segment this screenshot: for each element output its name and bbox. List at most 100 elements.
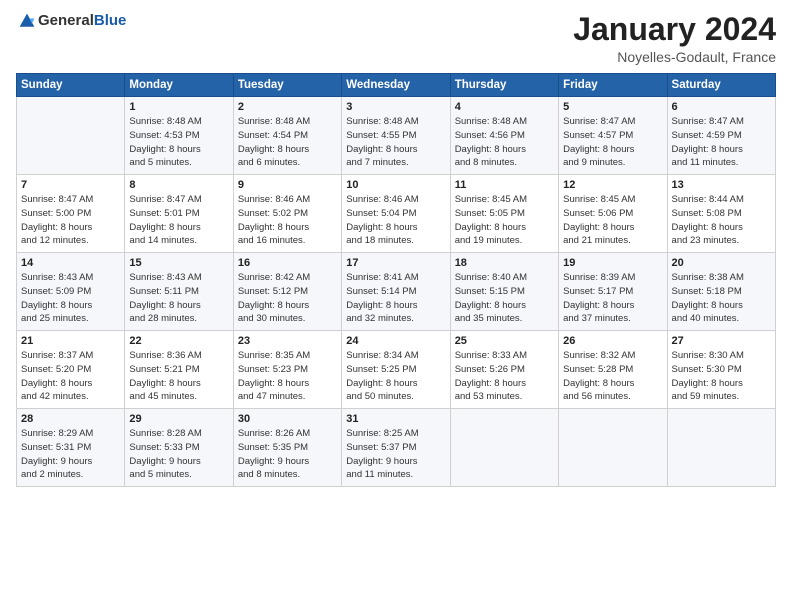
day-info: Sunrise: 8:28 AMSunset: 5:33 PMDaylight:… (129, 427, 228, 482)
calendar-cell: 8Sunrise: 8:47 AMSunset: 5:01 PMDaylight… (125, 175, 233, 253)
calendar-cell: 23 Sunrise: 8:35 AMSunset: 5:23 PMDayligh… (233, 331, 341, 409)
calendar-cell: 11Sunrise: 8:45 AMSunset: 5:05 PMDayligh… (450, 175, 558, 253)
day-info: Sunrise: 8:42 AMSunset: 5:12 PMDaylight:… (238, 271, 337, 326)
calendar-cell: 26 Sunrise: 8:32 AMSunset: 5:28 PMDayligh… (559, 331, 667, 409)
day-info: Sunrise: 8:48 AMSunset: 4:55 PMDaylight:… (346, 115, 445, 170)
calendar-cell: 13 Sunrise: 8:44 AMSunset: 5:08 PMDayligh… (667, 175, 775, 253)
day-info: Sunrise: 8:43 AMSunset: 5:09 PMDaylight:… (21, 271, 120, 326)
day-info: Sunrise: 8:48 AMSunset: 4:56 PMDaylight:… (455, 115, 554, 170)
day-number: 20 (672, 257, 771, 269)
day-header-monday: Monday (125, 74, 233, 97)
calendar-cell (559, 409, 667, 487)
subtitle: Noyelles-Godault, France (573, 49, 776, 65)
day-number: 21 (21, 335, 120, 347)
calendar-cell: 14 Sunrise: 8:43 AMSunset: 5:09 PMDayligh… (17, 253, 125, 331)
day-info: Sunrise: 8:38 AMSunset: 5:18 PMDaylight:… (672, 271, 771, 326)
day-info: Sunrise: 8:26 AMSunset: 5:35 PMDaylight:… (238, 427, 337, 482)
day-info: Sunrise: 8:43 AMSunset: 5:11 PMDaylight:… (129, 271, 228, 326)
day-number: 27 (672, 335, 771, 347)
calendar-cell: 25 Sunrise: 8:33 AMSunset: 5:26 PMDayligh… (450, 331, 558, 409)
day-info: Sunrise: 8:46 AMSunset: 5:04 PMDaylight:… (346, 193, 445, 248)
title-block: January 2024 Noyelles-Godault, France (573, 12, 776, 65)
day-info: Sunrise: 8:40 AMSunset: 5:15 PMDaylight:… (455, 271, 554, 326)
day-number: 13 (672, 179, 771, 191)
calendar-cell: 31 Sunrise: 8:25 AMSunset: 5:37 PMDayligh… (342, 409, 450, 487)
calendar-cell: 2 Sunrise: 8:48 AMSunset: 4:54 PMDaylight… (233, 97, 341, 175)
day-info: Sunrise: 8:48 AMSunset: 4:54 PMDaylight:… (238, 115, 337, 170)
day-number: 12 (563, 179, 662, 191)
day-info: Sunrise: 8:39 AMSunset: 5:17 PMDaylight:… (563, 271, 662, 326)
day-info: Sunrise: 8:45 AMSunset: 5:05 PMDaylight:… (455, 193, 554, 248)
day-number: 24 (346, 335, 445, 347)
day-info: Sunrise: 8:46 AMSunset: 5:02 PMDaylight:… (238, 193, 337, 248)
week-row-2: 7Sunrise: 8:47 AMSunset: 5:00 PMDaylight… (17, 175, 776, 253)
calendar-cell: 5Sunrise: 8:47 AMSunset: 4:57 PMDaylight… (559, 97, 667, 175)
calendar-cell: 20 Sunrise: 8:38 AMSunset: 5:18 PMDayligh… (667, 253, 775, 331)
day-info: Sunrise: 8:41 AMSunset: 5:14 PMDaylight:… (346, 271, 445, 326)
day-number: 26 (563, 335, 662, 347)
day-number: 25 (455, 335, 554, 347)
calendar-table: SundayMondayTuesdayWednesdayThursdayFrid… (16, 73, 776, 487)
day-info: Sunrise: 8:29 AMSunset: 5:31 PMDaylight:… (21, 427, 120, 482)
day-number: 5 (563, 101, 662, 113)
day-info: Sunrise: 8:44 AMSunset: 5:08 PMDaylight:… (672, 193, 771, 248)
logo-blue-text: Blue (94, 12, 127, 29)
logo-icon (18, 12, 36, 30)
day-header-saturday: Saturday (667, 74, 775, 97)
day-info: Sunrise: 8:47 AMSunset: 5:00 PMDaylight:… (21, 193, 120, 248)
day-number: 19 (563, 257, 662, 269)
calendar-cell (450, 409, 558, 487)
calendar-cell: 24 Sunrise: 8:34 AMSunset: 5:25 PMDayligh… (342, 331, 450, 409)
day-info: Sunrise: 8:48 AMSunset: 4:53 PMDaylight:… (129, 115, 228, 170)
day-info: Sunrise: 8:25 AMSunset: 5:37 PMDaylight:… (346, 427, 445, 482)
day-number: 28 (21, 413, 120, 425)
day-header-sunday: Sunday (17, 74, 125, 97)
day-info: Sunrise: 8:35 AMSunset: 5:23 PMDaylight:… (238, 349, 337, 404)
day-number: 31 (346, 413, 445, 425)
calendar-cell: 29 Sunrise: 8:28 AMSunset: 5:33 PMDayligh… (125, 409, 233, 487)
calendar-cell: 16 Sunrise: 8:42 AMSunset: 5:12 PMDayligh… (233, 253, 341, 331)
week-row-5: 28 Sunrise: 8:29 AMSunset: 5:31 PMDayligh… (17, 409, 776, 487)
calendar-cell: 30 Sunrise: 8:26 AMSunset: 5:35 PMDayligh… (233, 409, 341, 487)
calendar-cell: 19 Sunrise: 8:39 AMSunset: 5:17 PMDayligh… (559, 253, 667, 331)
day-info: Sunrise: 8:30 AMSunset: 5:30 PMDaylight:… (672, 349, 771, 404)
day-info: Sunrise: 8:47 AMSunset: 4:59 PMDaylight:… (672, 115, 771, 170)
day-info: Sunrise: 8:33 AMSunset: 5:26 PMDaylight:… (455, 349, 554, 404)
day-number: 4 (455, 101, 554, 113)
day-number: 14 (21, 257, 120, 269)
calendar-cell (667, 409, 775, 487)
calendar-cell: 6 Sunrise: 8:47 AMSunset: 4:59 PMDaylight… (667, 97, 775, 175)
day-info: Sunrise: 8:32 AMSunset: 5:28 PMDaylight:… (563, 349, 662, 404)
calendar-cell: 9Sunrise: 8:46 AMSunset: 5:02 PMDaylight… (233, 175, 341, 253)
logo-general-text: General (38, 12, 94, 29)
day-number: 16 (238, 257, 337, 269)
day-number: 15 (129, 257, 228, 269)
day-number: 6 (672, 101, 771, 113)
day-info: Sunrise: 8:45 AMSunset: 5:06 PMDaylight:… (563, 193, 662, 248)
week-row-3: 14 Sunrise: 8:43 AMSunset: 5:09 PMDayligh… (17, 253, 776, 331)
day-number: 23 (238, 335, 337, 347)
calendar-cell: 21Sunrise: 8:37 AMSunset: 5:20 PMDayligh… (17, 331, 125, 409)
week-row-4: 21Sunrise: 8:37 AMSunset: 5:20 PMDayligh… (17, 331, 776, 409)
day-number: 2 (238, 101, 337, 113)
day-info: Sunrise: 8:36 AMSunset: 5:21 PMDaylight:… (129, 349, 228, 404)
day-number: 8 (129, 179, 228, 191)
calendar-cell: 18Sunrise: 8:40 AMSunset: 5:15 PMDayligh… (450, 253, 558, 331)
calendar-cell: 15 Sunrise: 8:43 AMSunset: 5:11 PMDayligh… (125, 253, 233, 331)
day-info: Sunrise: 8:34 AMSunset: 5:25 PMDaylight:… (346, 349, 445, 404)
calendar-cell (17, 97, 125, 175)
day-number: 30 (238, 413, 337, 425)
calendar-cell: 22Sunrise: 8:36 AMSunset: 5:21 PMDayligh… (125, 331, 233, 409)
day-header-friday: Friday (559, 74, 667, 97)
calendar-cell: 12 Sunrise: 8:45 AMSunset: 5:06 PMDayligh… (559, 175, 667, 253)
header-row: SundayMondayTuesdayWednesdayThursdayFrid… (17, 74, 776, 97)
logo-general: GeneralBlue (38, 12, 126, 30)
day-header-wednesday: Wednesday (342, 74, 450, 97)
calendar-container: GeneralBlue January 2024 Noyelles-Godaul… (0, 0, 792, 612)
logo: GeneralBlue (16, 12, 126, 30)
calendar-cell: 28 Sunrise: 8:29 AMSunset: 5:31 PMDayligh… (17, 409, 125, 487)
calendar-cell: 27 Sunrise: 8:30 AMSunset: 5:30 PMDayligh… (667, 331, 775, 409)
day-header-tuesday: Tuesday (233, 74, 341, 97)
month-title: January 2024 (573, 12, 776, 47)
day-number: 29 (129, 413, 228, 425)
